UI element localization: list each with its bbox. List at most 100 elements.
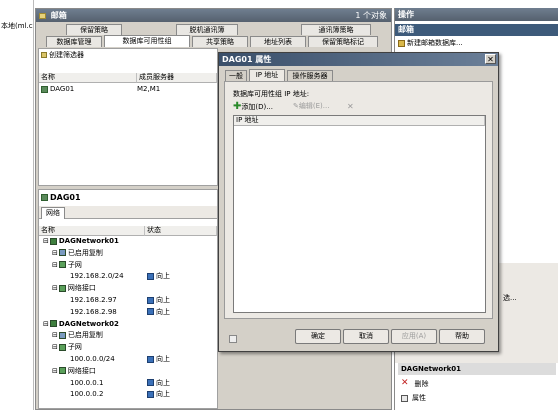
tree-row-label: 100.0.0.1: [70, 378, 104, 387]
remove-icon[interactable]: ✕: [347, 102, 354, 111]
tab-offline-address-book[interactable]: 脱机通讯簿: [176, 24, 238, 35]
tree-row-label: 网络接口: [67, 284, 96, 293]
add-button[interactable]: ✚添加(D)...: [233, 102, 273, 112]
detail-title: DAG01: [41, 193, 81, 202]
status-up-icon: [147, 355, 154, 363]
tree-row[interactable]: 100.0.0.1: [70, 379, 103, 388]
tree-row-label: 192.168.2.97: [70, 296, 117, 304]
action-item[interactable]: 选...: [503, 294, 517, 303]
expand-collapse-icon[interactable]: ⊟: [52, 284, 58, 292]
expand-collapse-icon[interactable]: ⊟: [52, 367, 58, 375]
tab-ip-address[interactable]: IP 地址: [249, 69, 285, 81]
new-mailbox-db-action[interactable]: 新建邮箱数据库...: [398, 39, 463, 48]
delete-label: 删除: [414, 379, 429, 388]
tree-row[interactable]: ⊟ 网络接口: [52, 284, 96, 293]
status-cell: 向上: [147, 379, 170, 388]
tab-address-book-policy[interactable]: 通讯簿策略: [301, 24, 371, 35]
expand-collapse-icon[interactable]: ⊟: [52, 331, 58, 339]
ok-button[interactable]: 确定: [295, 329, 341, 344]
status-text: 向上: [156, 378, 170, 387]
column-header-ip[interactable]: IP 地址: [234, 116, 485, 126]
tree-row[interactable]: 192.168.2.0/24: [70, 272, 124, 281]
subnet-icon: [58, 343, 66, 351]
column-header-name[interactable]: 名称: [39, 226, 145, 236]
expand-collapse-icon[interactable]: ⊟: [43, 320, 49, 328]
column-header-status[interactable]: 状态: [145, 226, 217, 236]
cancel-button[interactable]: 取消: [343, 329, 389, 344]
subnet-icon: [58, 261, 66, 269]
object-count: 1 个对象: [355, 11, 387, 20]
column-header-name[interactable]: 名称: [39, 73, 137, 83]
delete-action[interactable]: ✕ 删除: [401, 379, 429, 389]
tree-row[interactable]: 192.168.2.97: [70, 296, 117, 305]
filter-icon: [41, 52, 47, 58]
tree-row[interactable]: ⊟ 已启用复制: [52, 331, 103, 340]
expand-collapse-icon[interactable]: ⊟: [52, 261, 58, 269]
tab-address-list[interactable]: 地址列表: [250, 36, 306, 47]
tree-row-label: 192.168.2.98: [70, 307, 117, 316]
dag-members: M2,M1: [137, 85, 161, 93]
create-filter-link[interactable]: 创建筛选器: [41, 51, 84, 60]
tree-row[interactable]: 100.0.0.0/24: [70, 355, 115, 364]
expand-collapse-icon[interactable]: ⊟: [43, 237, 49, 245]
interface-icon: [58, 284, 66, 292]
properties-action[interactable]: 属性: [401, 394, 426, 403]
column-header-members[interactable]: 成员服务器: [137, 73, 217, 83]
tree-row-label: 网络接口: [67, 366, 96, 375]
action-header: 操作: [395, 8, 558, 21]
status-cell: 向上: [147, 390, 170, 399]
new-db-label: 新建邮箱数据库...: [407, 39, 463, 47]
tab-retention-policy[interactable]: 保留策略: [66, 24, 122, 35]
tab-retention-tag[interactable]: 保留策略标记: [308, 36, 378, 47]
tab-operational-servers[interactable]: 操作服务器: [287, 70, 333, 81]
status-up-icon: [147, 379, 154, 387]
help-button[interactable]: 帮助: [439, 329, 485, 344]
dag-properties-dialog: DAG01 属性 ✕ 一般 IP 地址 操作服务器 数据库可用性组 IP 地址:…: [218, 52, 499, 352]
dag-list-area: 创建筛选器 名称 成员服务器 DAG01 M2,M1: [38, 48, 218, 186]
detail-tab-strip: 网络: [39, 206, 217, 219]
tree-row[interactable]: 192.168.2.98: [70, 308, 117, 317]
status-up-icon: [147, 296, 154, 304]
properties-icon: [401, 394, 408, 402]
tree-row[interactable]: ⊟ 子网: [52, 343, 82, 352]
delete-icon: ✕: [401, 378, 409, 388]
tree-row-label: 100.0.0.2: [70, 390, 104, 399]
tab-general[interactable]: 一般: [225, 70, 247, 81]
tree-row[interactable]: ⊟ 网络接口: [52, 367, 96, 376]
tab-network[interactable]: 网络: [41, 207, 65, 219]
table-row[interactable]: DAG01 M2,M1: [41, 85, 215, 94]
edit-label: 编辑(E)...: [298, 102, 330, 110]
status-cell: 向上: [147, 272, 170, 281]
tree-row[interactable]: ⊟ DAGNetwork02: [43, 320, 119, 329]
edit-button[interactable]: ✎编辑(E)...: [293, 102, 329, 111]
console-tree-item[interactable]: 本地(ml.c: [1, 22, 33, 31]
ip-address-list[interactable]: IP 地址: [233, 115, 486, 313]
replication-icon: [58, 249, 66, 257]
tree-row[interactable]: ⊟ DAGNetwork01: [43, 237, 119, 246]
tree-row[interactable]: 100.0.0.2: [70, 390, 103, 399]
expand-collapse-icon[interactable]: ⊟: [52, 249, 58, 257]
tree-row[interactable]: ⊟ 已启用复制: [52, 249, 103, 258]
network-icon: [49, 320, 57, 328]
ip-list-label: 数据库可用性组 IP 地址:: [233, 90, 310, 98]
apply-button[interactable]: 应用(A): [391, 329, 437, 344]
detail-title-text: DAG01: [50, 193, 81, 202]
detail-pane: DAG01 网络 名称 状态 ⊟ DAGNetwork01 ⊟ 已启用复制 ⊟ 子网 192…: [38, 189, 218, 409]
dag-icon: [41, 85, 48, 93]
tree-row-label: 192.168.2.0/24: [70, 272, 124, 281]
tab-database-management[interactable]: 数据库管理: [46, 36, 102, 47]
tree-row[interactable]: ⊟ 子网: [52, 261, 82, 270]
tree-row-label: 已启用复制: [67, 248, 103, 257]
expand-collapse-icon[interactable]: ⊟: [52, 343, 58, 351]
tab-sharing-policy[interactable]: 共享策略: [192, 36, 248, 47]
close-icon[interactable]: ✕: [485, 54, 496, 64]
tab-dag[interactable]: 数据库可用性组: [104, 35, 190, 47]
tree-row-label: 100.0.0.0/24: [70, 355, 115, 363]
left-console-tree: 本地(ml.c: [0, 0, 34, 410]
status-text: 向上: [156, 272, 170, 281]
create-filter-label: 创建筛选器: [49, 51, 84, 59]
tree-row-label: 子网: [67, 260, 82, 269]
tabs-row1: 保留策略 脱机通讯簿 通讯簿策略: [36, 24, 391, 36]
action-section-dagnetwork: DAGNetwork01: [398, 363, 556, 375]
network-icon: [49, 237, 57, 245]
